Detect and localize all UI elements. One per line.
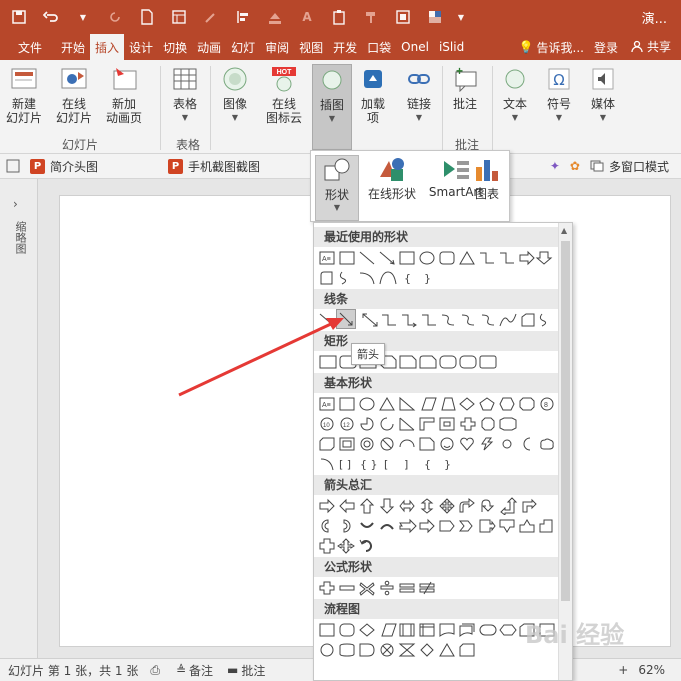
watermark-text: Bai 经验: [525, 621, 625, 649]
powerpoint-window: ▼ A ▼ 演... 文件 开始 插入 设计 切换 动画 幻灯 审阅 视图 开发…: [0, 0, 681, 681]
annotation-arrow: [178, 318, 344, 397]
